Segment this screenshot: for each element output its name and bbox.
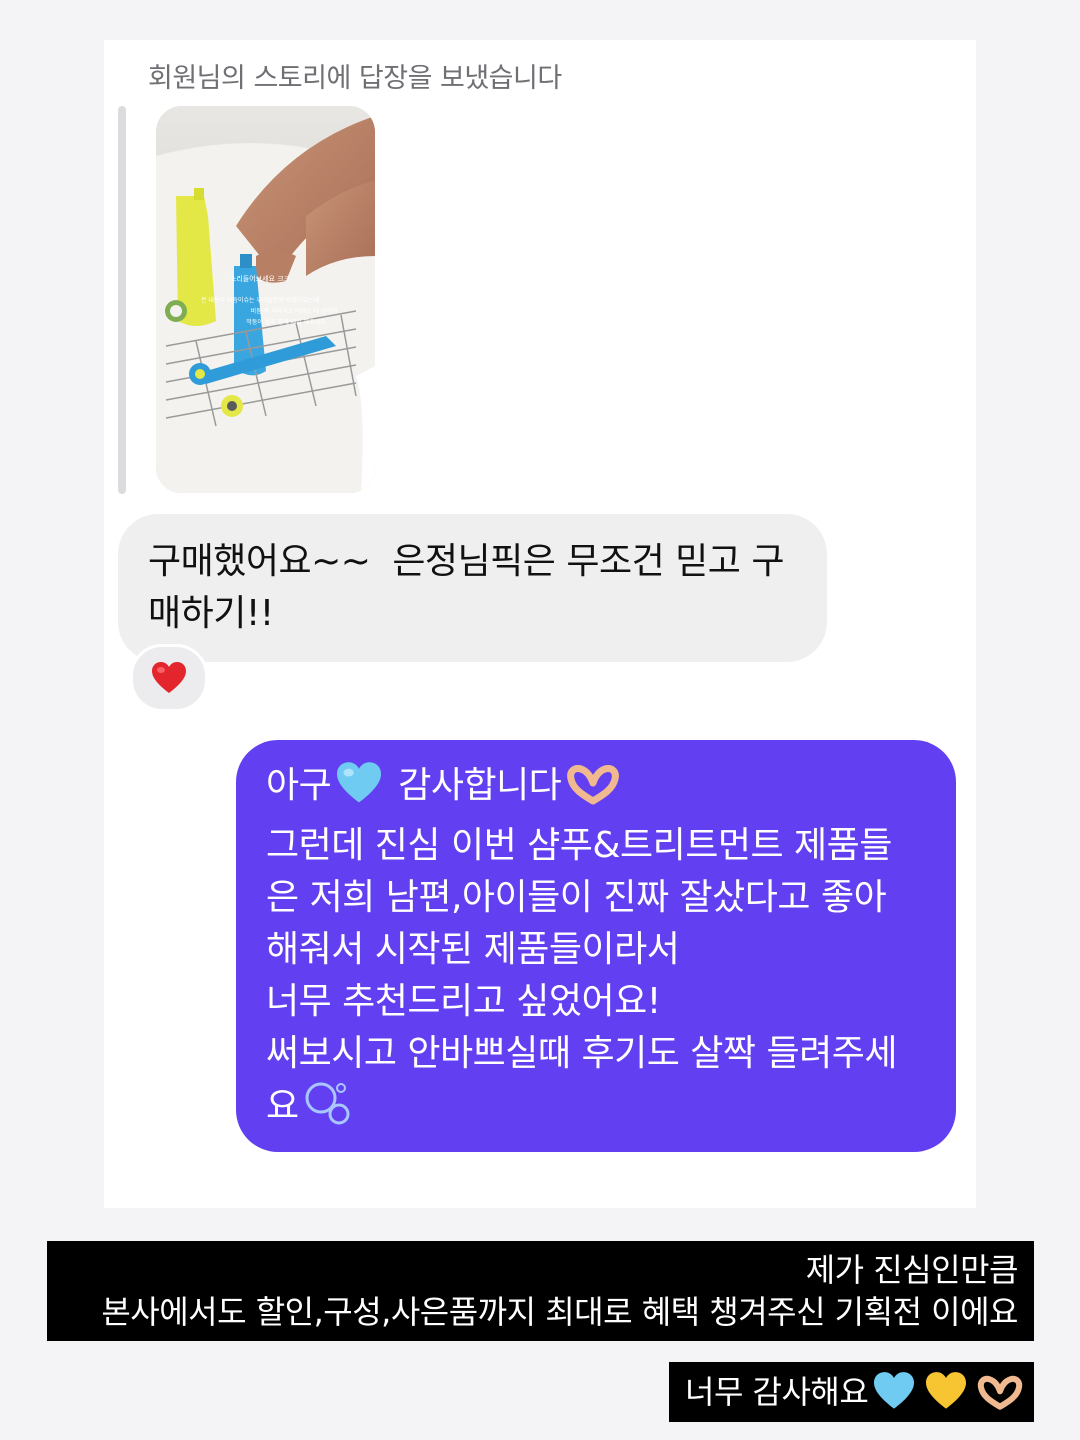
story-photo: 소리들어보세요 크크 은 내용주 비듬이슈는 우리들만의 비밀이었는데 비듬 싹… (156, 106, 375, 493)
outgoing-line-4: 해줘서 시작된 제품들이라서 (266, 929, 680, 970)
blue-heart-icon (872, 1371, 916, 1421)
story-overlay-line-1: 소리들어보세요 크크 (230, 274, 291, 283)
outgoing-text-yo: 요 (266, 1086, 299, 1127)
yellow-heart-icon (924, 1371, 968, 1421)
heart-hands-icon (565, 765, 621, 820)
story-overlay-line-4: 막둥이 샴푸 함께 매일 해주네요 (246, 318, 326, 326)
story-thumbnail[interactable]: 소리들어보세요 크크 은 내용주 비듬이슈는 우리들만의 비밀이었는데 비듬 싹… (156, 106, 375, 493)
outgoing-text-thanks: 감사합니다 (398, 765, 562, 806)
bubbles-icon (303, 1080, 355, 1141)
heart-reaction[interactable] (130, 644, 208, 712)
caption-box-promo: 제가 진심인만큼 본사에서도 할인,구성,사은품까지 최대로 혜택 챙겨주신 기… (47, 1241, 1034, 1341)
story-reply-caption: 회원님의 스토리에 답장을 보냈습니다 (148, 63, 562, 94)
outgoing-line-5: 너무 추천드리고 싶었어요! (266, 981, 661, 1022)
heart-hands-icon (976, 1375, 1024, 1421)
outgoing-line-6: 써보시고 안바쁘실때 후기도 살짝 들려주세 (266, 1033, 897, 1074)
outgoing-line-2: 그런데 진심 이번 샴푸&트리트먼트 제품들 (266, 825, 892, 866)
outgoing-line-7: 요 (266, 1080, 936, 1141)
outgoing-line-1: 아구 감사합니다 (266, 760, 936, 820)
outgoing-line-3: 은 저희 남편,아이들이 진짜 잘샀다고 좋아 (266, 877, 887, 918)
caption-line-1: 제가 진심인만큼 (805, 1251, 1019, 1289)
blue-heart-icon (335, 761, 383, 820)
caption-line-3: 너무 감사해요 (685, 1373, 869, 1411)
outgoing-message-bubble[interactable]: 아구 감사합니다 그런데 진심 이번 샴푸&트리트먼트 제품들 은 저희 남편,… (236, 740, 956, 1152)
reply-indicator-bar (118, 106, 126, 494)
incoming-message-bubble[interactable]: 구매했어요~~ 은정님픽은 무조건 믿고 구매하기!! (118, 514, 827, 662)
caption-line-2: 본사에서도 할인,구성,사은품까지 최대로 혜택 챙겨주신 기획전 이에요 (101, 1293, 1018, 1331)
outgoing-text-agu: 아구 (266, 765, 332, 806)
caption-box-thanks: 너무 감사해요 (669, 1362, 1034, 1422)
heart-icon (152, 662, 186, 693)
incoming-message-text: 구매했어요~~ 은정님픽은 무조건 믿고 구매하기!! (148, 541, 784, 634)
story-overlay-line-3: 비듬 싹 사라지고 이정도 나 신기한 (251, 307, 338, 315)
story-overlay-line-2: 은 내용주 비듬이슈는 우리들만의 비밀이었는데 (201, 296, 319, 304)
